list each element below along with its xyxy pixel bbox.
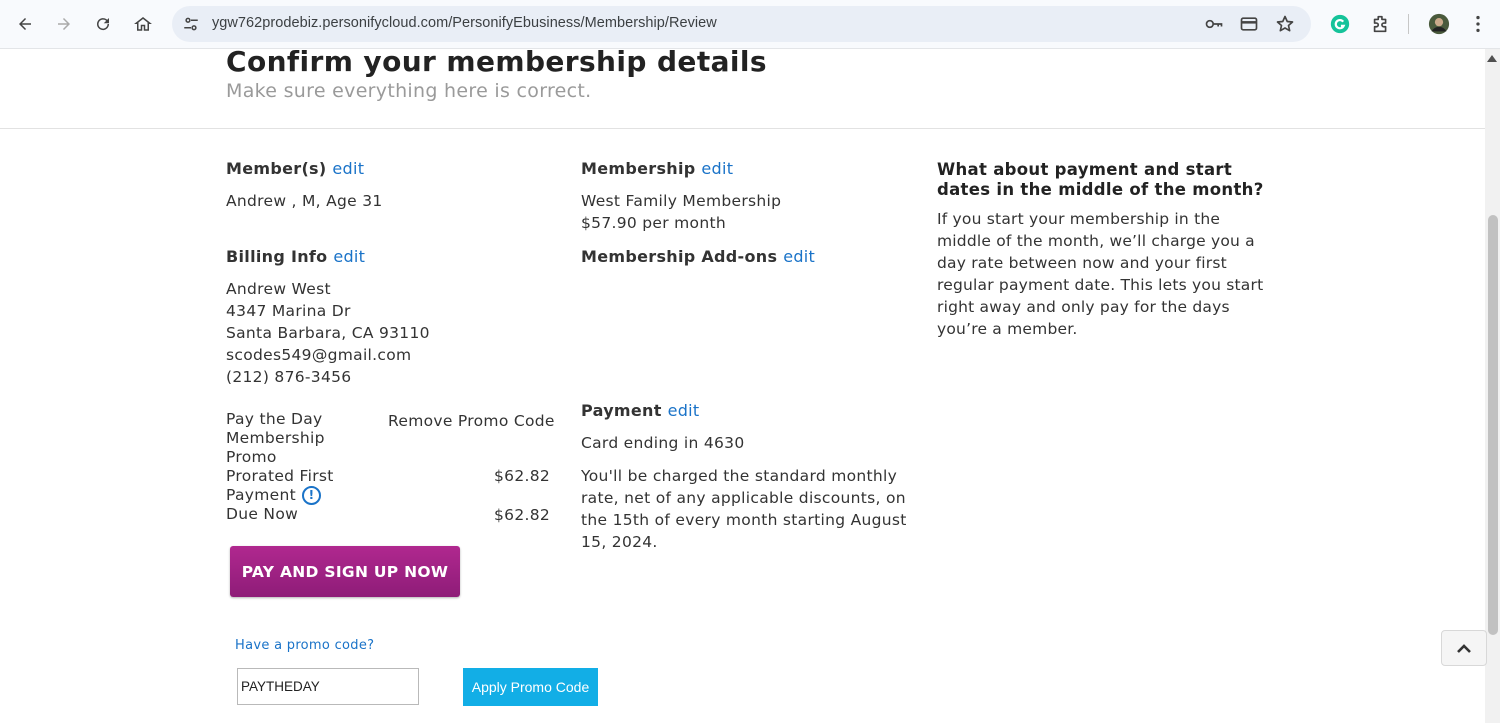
profile-avatar[interactable]	[1428, 13, 1450, 35]
prorated-amount: $62.82	[494, 467, 551, 485]
back-icon[interactable]	[10, 9, 40, 39]
apply-promo-code-button[interactable]: Apply Promo Code	[463, 668, 598, 706]
addons-edit-link[interactable]: edit	[783, 247, 815, 266]
card-icon[interactable]	[1239, 14, 1259, 34]
reload-icon[interactable]	[88, 9, 118, 39]
membership-edit-link[interactable]: edit	[701, 159, 733, 178]
toolbar-separator	[1408, 14, 1409, 34]
members-edit-link[interactable]: edit	[332, 159, 364, 178]
sidebar-body: If you start your membership in the midd…	[937, 210, 1264, 338]
payment-note-line: You'll be charged the standard monthly	[581, 467, 898, 485]
grammarly-extension-icon[interactable]	[1329, 13, 1351, 35]
remove-promo-link[interactable]: Remove Promo Code	[388, 412, 555, 430]
site-settings-icon[interactable]	[182, 15, 200, 33]
promo-name: Pay the Day Membership Promo	[226, 410, 325, 467]
forward-icon[interactable]	[49, 9, 79, 39]
due-now-amount: $62.82	[494, 506, 551, 524]
header-divider	[0, 128, 1485, 129]
promo-name-line: Promo	[226, 448, 277, 466]
billing-email: scodes549@gmail.com	[226, 346, 412, 364]
star-icon[interactable]	[1275, 14, 1295, 34]
payment-edit-link[interactable]: edit	[668, 401, 700, 420]
payment-heading: Payment edit	[581, 401, 700, 420]
payment-card: Card ending in 4630	[581, 434, 745, 452]
prorated-label-line: Prorated First	[226, 467, 334, 485]
payment-note-line: 15, 2024.	[581, 533, 658, 551]
billing-city: Santa Barbara, CA 93110	[226, 324, 430, 342]
billing-edit-link[interactable]: edit	[333, 247, 365, 266]
promo-name-line: Pay the Day	[226, 410, 323, 428]
payment-heading-label: Payment	[581, 401, 662, 420]
more-menu-icon[interactable]	[1467, 13, 1489, 35]
extensions-puzzle-icon[interactable]	[1370, 13, 1392, 35]
addons-heading-label: Membership Add-ons	[581, 247, 778, 266]
billing-heading-label: Billing Info	[226, 247, 328, 266]
membership-heading: Membership edit	[581, 159, 733, 178]
promo-code-input[interactable]	[237, 668, 419, 705]
back-to-top-button[interactable]	[1441, 630, 1487, 666]
payment-note: You'll be charged the standard monthly r…	[581, 465, 907, 553]
membership-heading-label: Membership	[581, 159, 696, 178]
sidebar-heading: What about payment and start dates in th…	[937, 160, 1264, 199]
info-icon[interactable]: !	[301, 486, 321, 505]
members-heading-label: Member(s)	[226, 159, 327, 178]
pay-and-sign-up-button[interactable]: PAY AND SIGN UP NOW	[230, 546, 460, 597]
page-subtitle: Make sure everything here is correct.	[226, 80, 592, 102]
have-promo-code-link[interactable]: Have a promo code?	[235, 638, 374, 653]
scroll-up-arrow-icon[interactable]	[1487, 55, 1497, 62]
scrollbar-thumb[interactable]	[1488, 215, 1498, 635]
billing-heading: Billing Info edit	[226, 247, 365, 266]
prorated-label: Prorated First Payment!	[226, 467, 334, 505]
membership-price: $57.90 per month	[581, 214, 726, 232]
prorated-label-line: Payment	[226, 486, 296, 504]
chevron-up-icon	[1457, 644, 1471, 653]
page-title: Confirm your membership details	[226, 45, 767, 78]
billing-phone: (212) 876-3456	[226, 368, 352, 386]
url-text[interactable]: ygw762prodebiz.personifycloud.com/Person…	[212, 15, 717, 31]
key-icon[interactable]	[1204, 14, 1224, 34]
membership-name: West Family Membership	[581, 192, 782, 210]
promo-name-line: Membership	[226, 429, 325, 447]
due-now-label: Due Now	[226, 505, 299, 523]
browser-toolbar: ygw762prodebiz.personifycloud.com/Person…	[0, 0, 1500, 49]
address-bar[interactable]: ygw762prodebiz.personifycloud.com/Person…	[172, 6, 1311, 42]
billing-street: 4347 Marina Dr	[226, 302, 351, 320]
addons-heading: Membership Add-ons edit	[581, 247, 815, 266]
billing-name: Andrew West	[226, 280, 331, 298]
payment-note-line: the 15th of every month starting August	[581, 511, 907, 529]
members-heading: Member(s) edit	[226, 159, 364, 178]
payment-note-line: rate, net of any applicable discounts, o…	[581, 489, 906, 507]
review-page: Confirm your membership details Make sur…	[0, 45, 1485, 723]
home-icon[interactable]	[128, 9, 158, 39]
member-details: Andrew , M, Age 31	[226, 192, 383, 210]
